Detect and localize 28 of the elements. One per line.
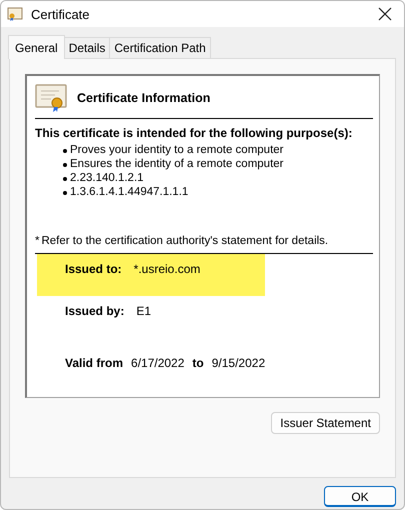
ok-button[interactable]: OK [324, 486, 396, 507]
tab[interactable]: Certification Path [109, 37, 211, 58]
field-value: 9/15/2022 [212, 356, 266, 370]
purpose-heading: This certificate is intended for the following purpose(s): [35, 126, 354, 140]
bullet-icon [63, 177, 67, 181]
purpose-item: Ensures the identity of a remote computer [70, 157, 284, 171]
field-value: 6/17/2022 [131, 356, 184, 370]
bullet-icon [63, 191, 67, 195]
purpose-item: 1.3.6.1.4.1.44947.1.1.1 [70, 185, 188, 199]
field-value: E1 [136, 304, 152, 320]
certificate-icon [7, 7, 23, 21]
field-label: Issued to: [65, 262, 122, 278]
window-title: Certificate [31, 6, 91, 22]
footnote-mark: * [35, 235, 40, 247]
field-label: Issued by: [65, 304, 124, 320]
heading: Certificate Information [77, 91, 210, 105]
issuer-statement-button[interactable]: Issuer Statement [271, 412, 380, 434]
tab[interactable]: General [8, 35, 65, 59]
purpose-item: 2.23.140.1.2.1 [70, 171, 144, 185]
footnote: Refer to the certification authority's statement for details. [41, 235, 328, 247]
bullet-icon [63, 163, 67, 167]
close-icon[interactable] [378, 7, 392, 21]
field-label: to [192, 356, 204, 370]
bullet-icon [63, 149, 67, 153]
field-label: Valid from [65, 356, 124, 370]
certificate-icon [35, 84, 67, 112]
purpose-item: Proves your identity to a remote computer [70, 143, 284, 157]
field-value: *.usreio.com [134, 262, 200, 278]
